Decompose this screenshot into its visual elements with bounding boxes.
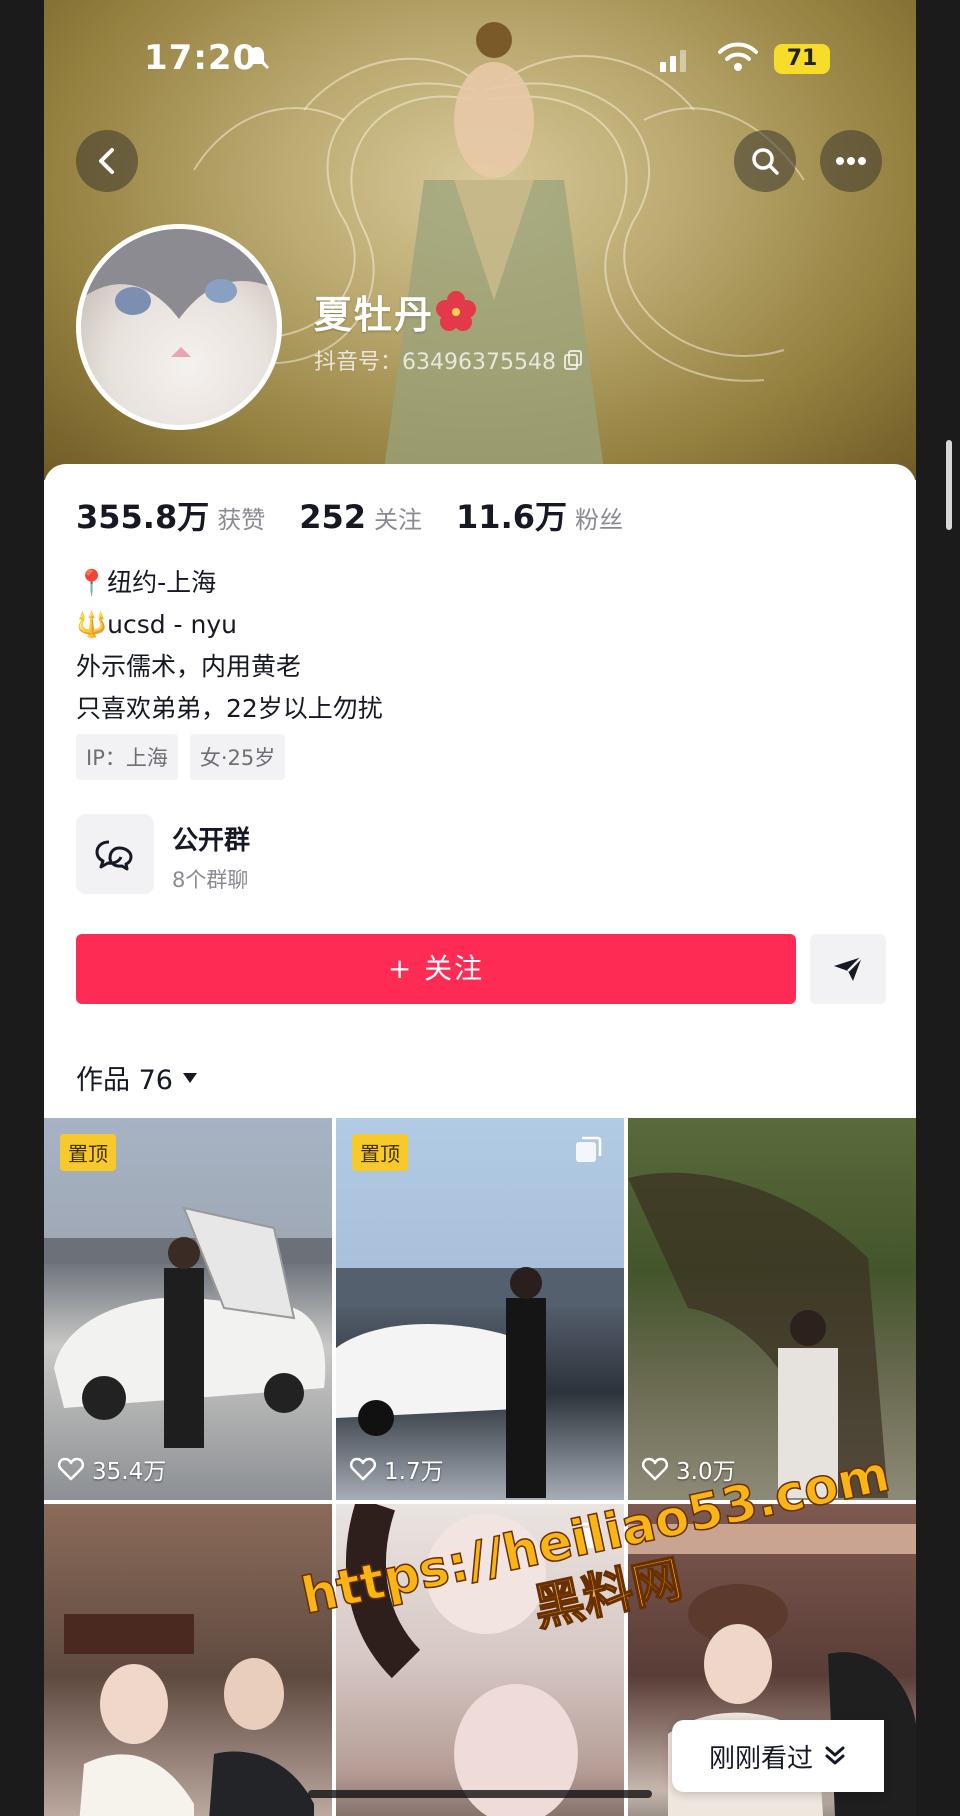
video-tile[interactable]: 置顶 35.4万 — [44, 1118, 332, 1500]
following-count[interactable]: 252 — [299, 498, 366, 536]
double-chevron-down-icon — [825, 1746, 845, 1765]
likes-label: 获赞 — [217, 506, 266, 534]
bio-line-location: 📍纽约-上海 — [76, 568, 217, 597]
heart-icon — [642, 1457, 668, 1481]
follow-button[interactable]: + 关注 — [76, 934, 796, 1004]
gender-age-tag: 女·25岁 — [189, 734, 286, 780]
avatar[interactable] — [76, 224, 282, 430]
following-label[interactable]: 关注 — [374, 500, 422, 535]
wifi-icon — [718, 42, 758, 71]
bio-line-preference: 只喜欢弟弟，22岁以上勿扰 — [76, 694, 383, 723]
send-icon — [834, 956, 863, 981]
video-tile[interactable] — [44, 1504, 332, 1816]
followers-count[interactable]: 11.6万 — [456, 492, 567, 538]
more-dots-icon — [836, 157, 866, 165]
likes-count-label: 1.7万 — [384, 1459, 444, 1485]
cat-avatar-image — [81, 229, 277, 357]
douyin-id: 抖音号：63496375548 — [314, 350, 556, 375]
bio-line-school: 🔱ucsd - nyu — [76, 610, 238, 639]
battery-indicator: 71 — [774, 44, 830, 74]
douyin-id-row[interactable]: 抖音号：63496375548 — [314, 344, 582, 376]
profile-header-background: 17:20 71 夏牡丹 抖音号：63496375548 — [44, 0, 916, 480]
back-button[interactable] — [76, 130, 138, 192]
video-tile[interactable]: 置顶 1.7万 — [336, 1118, 624, 1500]
likes-overlay: 1.7万 — [350, 1452, 444, 1486]
likes-overlay: 35.4万 — [58, 1452, 166, 1486]
works-tab[interactable]: 作品 76 — [76, 1058, 199, 1097]
profile-stats: 355.8万 获赞 252 关注 11.6万 粉丝 — [76, 492, 657, 538]
pinned-badge: 置顶 — [352, 1134, 408, 1171]
multi-image-icon — [576, 1136, 602, 1162]
public-group-entry[interactable]: 公开群 8个群聊 — [76, 814, 496, 896]
recently-viewed-label: 刚刚看过 — [708, 1743, 813, 1774]
bell-muted-icon — [244, 44, 270, 70]
search-button[interactable] — [734, 130, 796, 192]
video-thumbnail — [628, 1172, 888, 1498]
video-thumbnail — [336, 1267, 624, 1498]
group-title: 公开群 — [172, 826, 251, 856]
status-bar: 17:20 71 — [44, 38, 916, 82]
ip-tag: IP：上海 — [76, 734, 178, 780]
group-count: 8个群聊 — [172, 868, 249, 892]
followers-label[interactable]: 粉丝 — [575, 500, 623, 535]
heart-icon — [350, 1457, 376, 1481]
heart-icon — [58, 1457, 84, 1481]
search-icon — [752, 148, 779, 175]
send-message-button[interactable] — [810, 934, 886, 1004]
caret-down-icon — [182, 1072, 197, 1083]
pinned-badge: 置顶 — [60, 1134, 116, 1171]
scrollbar[interactable] — [946, 440, 952, 530]
more-button[interactable] — [820, 130, 882, 192]
likes-count-label: 35.4万 — [92, 1459, 167, 1485]
group-chat-icon — [76, 814, 154, 894]
recently-viewed-button[interactable]: 刚刚看过 — [672, 1720, 884, 1792]
profile-name: 夏牡丹 — [314, 293, 435, 337]
profile-bio: 📍纽约-上海 🔱ucsd - nyu 外示儒术，内用黄老 只喜欢弟弟，22岁以上… — [76, 562, 383, 730]
status-time: 17:20 — [144, 38, 258, 78]
likes-count: 355.8万 — [76, 498, 210, 536]
copy-icon[interactable] — [563, 350, 582, 370]
video-tile[interactable]: 3.0万 — [628, 1118, 916, 1500]
video-thumbnail — [64, 1614, 314, 1816]
name-row: 夏牡丹 — [314, 284, 478, 339]
home-indicator[interactable] — [308, 1790, 652, 1798]
chevron-left-icon — [99, 148, 114, 174]
bio-line-motto: 外示儒术，内用黄老 — [76, 652, 302, 681]
video-thumbnail — [44, 1206, 332, 1448]
works-label: 作品 76 — [76, 1065, 173, 1096]
signal-icon — [660, 50, 686, 72]
hibiscus-icon — [436, 290, 477, 331]
profile-tags: IP：上海 女·25岁 — [76, 734, 286, 780]
